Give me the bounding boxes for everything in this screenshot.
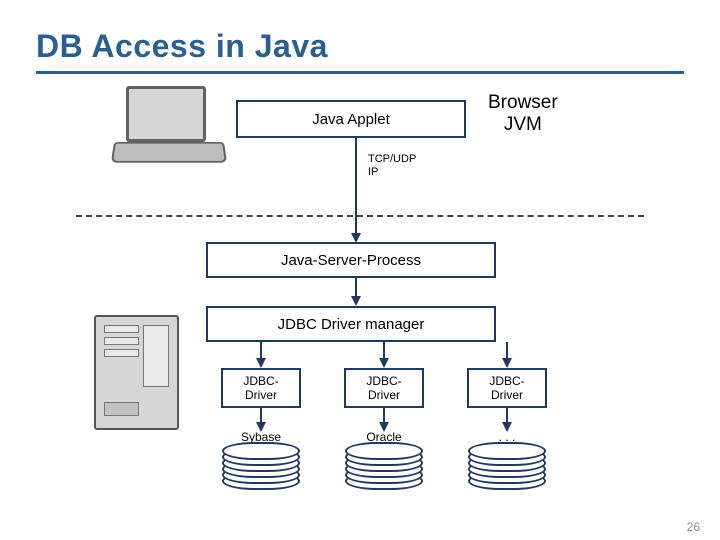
arrow-driver-to-db-2 xyxy=(379,408,389,432)
title-underline xyxy=(36,71,684,74)
driver3-line1: JDBC- xyxy=(489,374,524,388)
java-server-process-label: Java-Server-Process xyxy=(281,252,421,269)
arrow-server-to-manager xyxy=(351,278,361,306)
java-applet-label: Java Applet xyxy=(312,111,390,128)
driver2-line1: JDBC- xyxy=(366,374,401,388)
arrow-manager-to-driver-2 xyxy=(379,342,389,368)
jdbc-driver-manager-label: JDBC Driver manager xyxy=(278,316,425,333)
database-icon-2 xyxy=(345,442,423,492)
jdbc-driver-box-1: JDBC- Driver xyxy=(221,368,301,408)
laptop-icon xyxy=(114,86,224,176)
driver1-line2: Driver xyxy=(245,388,277,402)
driver2-line2: Driver xyxy=(368,388,400,402)
tier-divider xyxy=(76,215,644,217)
arrow-manager-to-driver-1 xyxy=(256,342,266,368)
driver3-line2: Driver xyxy=(491,388,523,402)
jdbc-driver-manager-box: JDBC Driver manager xyxy=(206,306,496,342)
architecture-diagram: Java Applet Browser JVM TCP/UDP IP Java-… xyxy=(36,80,684,500)
driver1-line1: JDBC- xyxy=(243,374,278,388)
arrow-driver-to-db-1 xyxy=(256,408,266,432)
browser-label: Browser xyxy=(488,92,558,114)
network-protocol-label: TCP/UDP IP xyxy=(368,153,416,179)
java-server-process-box: Java-Server-Process xyxy=(206,242,496,278)
arrow-manager-to-driver-3 xyxy=(502,342,512,368)
jdbc-driver-box-2: JDBC- Driver xyxy=(344,368,424,408)
database-icon-3 xyxy=(468,442,546,492)
page-number: 26 xyxy=(687,520,700,534)
ip-label: IP xyxy=(368,166,416,179)
java-applet-box: Java Applet xyxy=(236,100,466,138)
page-title: DB Access in Java xyxy=(36,28,684,65)
tcp-udp-label: TCP/UDP xyxy=(368,153,416,166)
jdbc-driver-box-3: JDBC- Driver xyxy=(467,368,547,408)
browser-jvm-label: Browser JVM xyxy=(488,92,558,136)
server-icon xyxy=(94,315,179,430)
database-icon-1 xyxy=(222,442,300,492)
arrow-applet-to-server xyxy=(351,138,361,243)
arrow-driver-to-db-3 xyxy=(502,408,512,432)
jvm-label: JVM xyxy=(488,114,558,136)
